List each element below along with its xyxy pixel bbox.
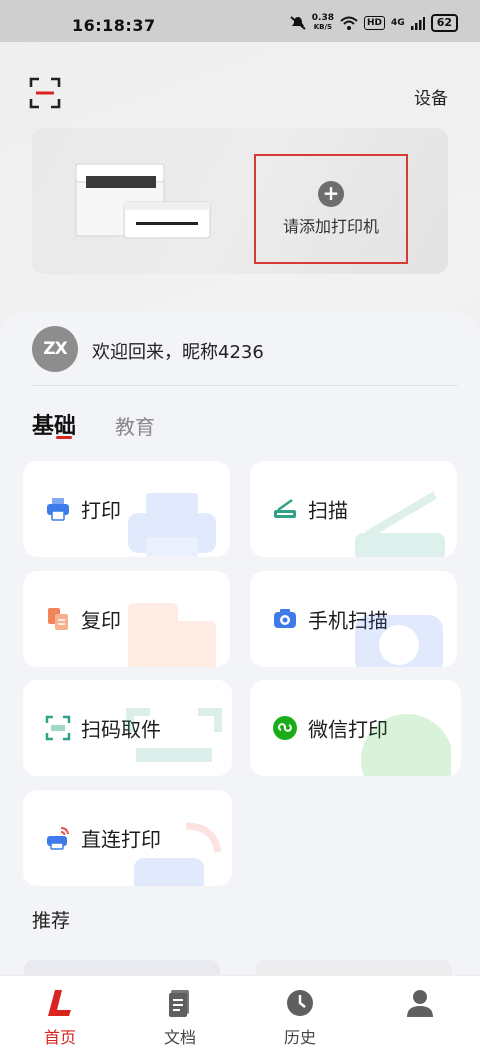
copy-card[interactable]: 复印 — [23, 571, 230, 667]
print-card[interactable]: 打印 — [23, 461, 230, 557]
user-icon — [407, 990, 433, 1017]
status-time: 16:18:37 — [72, 16, 156, 35]
wifi-icon — [340, 16, 358, 30]
scan-label: 扫描 — [308, 498, 348, 523]
document-icon — [169, 990, 189, 1017]
camera-watermark-icon — [355, 615, 443, 667]
camera-icon — [274, 609, 296, 628]
clock-icon — [287, 990, 313, 1016]
speed-unit: KB/S — [313, 23, 333, 31]
phone-scan-card[interactable]: 手机扫描 — [250, 571, 457, 667]
printer-icon — [47, 498, 69, 521]
add-printer-button[interactable]: + 请添加打印机 — [254, 154, 408, 264]
nav-documents-label: 文档 — [163, 1028, 196, 1047]
status-icons: 0.38 KB/S HD 4G 62 — [290, 14, 458, 32]
recommend-card[interactable] — [256, 960, 452, 976]
print-label: 打印 — [81, 498, 121, 523]
wireless-printer-watermark-icon — [134, 822, 222, 886]
bottom-nav: 首页 文档 历史 — [0, 975, 480, 1056]
hd-badge: HD — [364, 16, 386, 30]
network-speed: 0.38 KB/S — [312, 14, 334, 32]
scan-card[interactable]: 扫描 — [250, 461, 457, 557]
add-printer-label: 请添加打印机 — [282, 217, 379, 236]
wechat-print-card[interactable]: 微信打印 — [250, 680, 461, 776]
wechat-mini-program-icon — [273, 716, 297, 740]
scan-frame-icon — [29, 77, 61, 109]
scanner-watermark-icon — [355, 491, 445, 557]
nav-history-label: 历史 — [283, 1028, 316, 1047]
plus-icon: + — [318, 181, 344, 207]
scan-button[interactable] — [28, 76, 62, 110]
status-bar: 16:18:37 0.38 KB/S HD 4G 62 — [0, 0, 480, 42]
divider — [32, 385, 458, 386]
direct-print-card[interactable]: 直连打印 — [23, 790, 232, 886]
qr-watermark-icon — [126, 708, 222, 762]
speed-value: 0.38 — [311, 13, 335, 23]
copy-icon — [48, 608, 68, 630]
qr-pickup-card[interactable]: 扫码取件 — [23, 680, 232, 776]
signal-icon — [410, 17, 425, 30]
recommend-title: 推荐 — [32, 910, 71, 932]
qr-scan-icon — [45, 715, 71, 741]
mute-icon — [290, 16, 306, 30]
copy-watermark-icon — [128, 603, 216, 667]
avatar[interactable]: ZX — [32, 326, 78, 372]
home-logo-icon — [48, 990, 71, 1016]
printer-watermark-icon — [128, 493, 216, 557]
network-type: 4G — [391, 18, 405, 28]
recommend-card[interactable] — [24, 960, 220, 976]
welcome-text: 欢迎回来，昵称4236 — [92, 342, 264, 363]
battery-indicator: 62 — [430, 14, 458, 32]
tab-education[interactable]: 教育 — [115, 411, 155, 440]
tab-active-indicator — [56, 436, 72, 439]
printer-illustration — [75, 163, 211, 239]
device-settings-link[interactable]: 设备 — [414, 84, 448, 109]
nav-home-label: 首页 — [43, 1028, 76, 1047]
wireless-printer-icon — [47, 827, 69, 850]
scanner-icon — [274, 498, 296, 518]
nav-profile[interactable] — [380, 988, 460, 1018]
wechat-watermark-icon — [361, 714, 451, 776]
nav-history[interactable]: 历史 — [260, 988, 340, 1048]
nav-documents[interactable]: 文档 — [140, 988, 220, 1048]
copy-label: 复印 — [81, 608, 121, 633]
nav-home[interactable]: 首页 — [20, 988, 100, 1048]
